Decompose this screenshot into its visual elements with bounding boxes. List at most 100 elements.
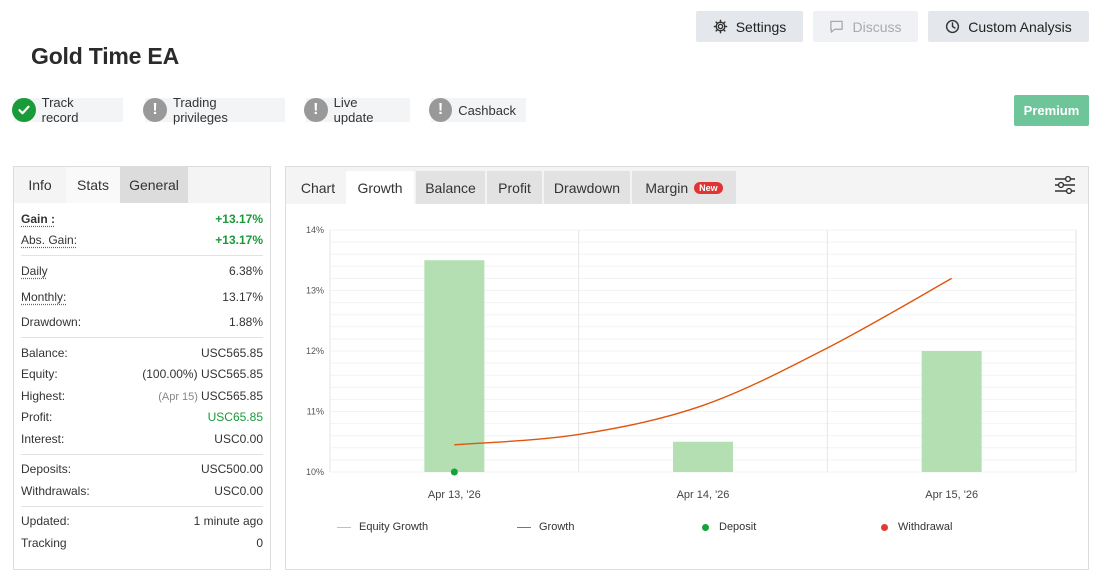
growth-line: [454, 277, 953, 446]
divider: [21, 453, 263, 455]
stat-value: 1.88%: [228, 315, 263, 330]
stats-list: Gain : +13.17% Abs. Gain: +13.17% Daily …: [14, 203, 270, 554]
line-swatch-icon: [517, 526, 531, 528]
bar-1: [673, 441, 733, 472]
tab-chart[interactable]: Chart: [292, 171, 344, 204]
stat-label[interactable]: Daily: [21, 264, 48, 278]
stat-value: USC565.85: [200, 367, 263, 382]
growth-chart: 10% 11% 12% 13% 14% Apr 13, '26 Apr 14, '26 Apr…: [306, 225, 1077, 501]
stat-row-gain: Gain : +13.17%: [21, 208, 263, 230]
discuss-label: Discuss: [852, 18, 902, 35]
badge-track-record[interactable]: Track record: [12, 95, 123, 125]
stat-label: Tracking: [21, 535, 67, 550]
stat-label: Updated:: [21, 514, 70, 529]
stat-value-group: (100.00%) USC565.85: [142, 367, 263, 381]
badge-label: Cashback: [458, 102, 516, 118]
stat-label[interactable]: Gain :: [21, 212, 55, 226]
stat-label[interactable]: Monthly:: [21, 290, 66, 304]
stat-label: Interest:: [21, 431, 65, 446]
stat-row-deposits: Deposits: USC500.00: [21, 459, 263, 481]
stat-value: USC565.85: [200, 345, 263, 360]
exclamation-icon: !: [143, 98, 167, 122]
stat-row-monthly: Monthly: 13.17%: [21, 282, 263, 312]
gear-icon: [713, 19, 728, 34]
badge-cashback[interactable]: ! Cashback: [429, 98, 526, 122]
premium-button[interactable]: Premium: [1014, 95, 1089, 126]
legend-label: Equity Growth: [359, 521, 429, 533]
custom-analysis-button[interactable]: Custom Analysis: [928, 11, 1089, 42]
tab-growth[interactable]: Growth: [346, 171, 414, 204]
legend-label: Growth: [539, 521, 575, 533]
divider: [21, 337, 263, 338]
y-tick-label: 12%: [306, 346, 324, 356]
sliders-icon[interactable]: [1054, 175, 1076, 200]
stat-row-highest: Highest: (Apr 15) USC565.85: [21, 385, 263, 407]
badge-label: Live update: [333, 95, 374, 125]
legend-withdrawal[interactable]: Withdrawal: [881, 520, 952, 534]
stat-row-updated: Updated: 1 minute ago: [21, 511, 263, 533]
dot-icon: [881, 523, 888, 531]
divider: [21, 255, 263, 256]
tab-balance[interactable]: Balance: [416, 171, 485, 204]
stat-label: Profit:: [21, 410, 53, 425]
stat-note: (Apr 15): [158, 390, 198, 403]
tab-drawdown[interactable]: Drawdown: [544, 171, 630, 204]
legend-equity-growth[interactable]: Equity Growth: [337, 520, 428, 534]
new-badge: New: [694, 181, 723, 194]
stat-row-drawdown: Drawdown: 1.88%: [21, 312, 263, 334]
tab-margin[interactable]: Margin New: [632, 171, 736, 204]
stat-row-interest: Interest: USC0.00: [21, 428, 263, 450]
stat-row-equity: Equity: (100.00%) USC565.85: [21, 364, 263, 386]
y-tick-label: 10%: [306, 467, 324, 477]
legend-label: Withdrawal: [898, 521, 953, 533]
tab-stats[interactable]: Stats: [66, 167, 120, 203]
badge-label: Track record: [41, 95, 79, 125]
y-tick-label: 14%: [306, 225, 324, 235]
page-title: Gold Time EA: [31, 43, 179, 69]
stat-label: Equity:: [21, 367, 58, 382]
divider: [21, 505, 263, 507]
exclamation-icon: !: [304, 98, 328, 122]
stat-row-profit: Profit: USC65.85: [21, 407, 263, 429]
custom-analysis-label: Custom Analysis: [968, 18, 1072, 35]
stat-row-abs-gain: Abs. Gain: +13.17%: [21, 230, 263, 252]
stats-tabs: Info Stats General: [14, 167, 270, 203]
stat-value: 1 minute ago: [193, 514, 263, 529]
x-tick-label: Apr 14, '26: [677, 489, 730, 501]
stat-value: 6.38%: [228, 263, 263, 278]
stat-value: 13.17%: [222, 289, 263, 304]
stat-label[interactable]: Abs. Gain:: [21, 233, 77, 247]
stat-value: 0: [256, 535, 263, 550]
dot-icon: [702, 523, 709, 531]
tab-info[interactable]: Info: [14, 167, 66, 203]
stat-label: Withdrawals:: [21, 483, 90, 498]
tab-general[interactable]: General: [120, 167, 188, 203]
stat-row-withdrawals: Withdrawals: USC0.00: [21, 480, 263, 502]
line-swatch-icon: [337, 526, 351, 528]
badge-trading-privileges[interactable]: ! Trading privileges: [143, 95, 285, 125]
stat-value: USC0.00: [214, 483, 263, 498]
bar-2: [921, 351, 982, 472]
legend-growth[interactable]: Growth: [517, 520, 574, 534]
clock-icon: [945, 19, 960, 34]
badge-live-update[interactable]: ! Live update: [304, 95, 410, 125]
stat-label: Highest:: [21, 388, 66, 403]
stats-panel: Info Stats General Gain : +13.17% Abs. G…: [13, 166, 271, 570]
y-tick-label: 11%: [307, 407, 324, 417]
stat-label: Balance:: [21, 345, 68, 360]
stat-row-balance: Balance: USC565.85: [21, 342, 263, 364]
check-icon: [12, 98, 36, 122]
deposit-point-0: [450, 468, 458, 476]
y-tick-label: 13%: [306, 286, 324, 296]
tab-margin-label: Margin: [645, 179, 689, 196]
legend-deposit[interactable]: Deposit: [702, 520, 756, 534]
stat-value-group: (Apr 15) USC565.85: [158, 389, 263, 403]
stat-value: USC565.85: [200, 388, 263, 403]
stat-value: USC65.85: [207, 410, 263, 425]
tab-profit[interactable]: Profit: [487, 171, 542, 204]
settings-button[interactable]: Settings: [696, 11, 803, 42]
stat-note: (100.00%): [142, 367, 198, 382]
legend-label: Deposit: [719, 521, 757, 533]
discuss-button[interactable]: Discuss: [813, 11, 918, 42]
comment-icon: [829, 19, 844, 34]
